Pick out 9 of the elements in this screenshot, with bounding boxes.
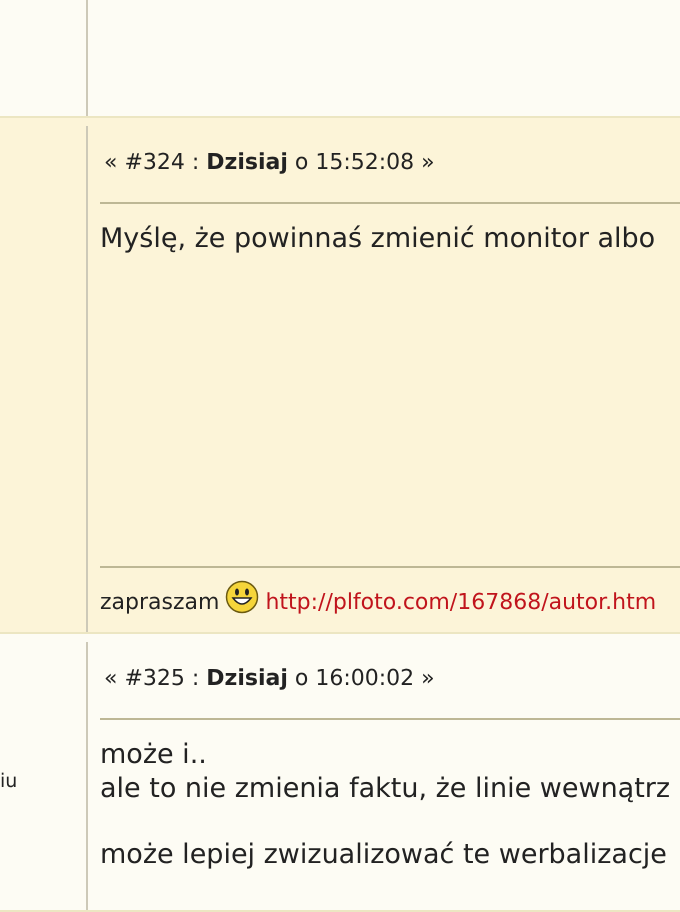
post-text: może i.. bbox=[100, 738, 208, 772]
post-header: « #325 : Dzisiaj o 16:00:02 » bbox=[100, 642, 680, 720]
signature-text: zapraszam bbox=[100, 590, 220, 614]
signature-link[interactable]: http://plfoto.com/167868/autor.htm bbox=[265, 590, 656, 614]
post-text: może lepiej zwizualizować te werbalizacje bbox=[100, 838, 668, 872]
post-text: ale to nie zmienia faktu, że linie wewnątrz bbox=[100, 772, 672, 806]
post-text: Myślę, że powinnaś zmienić monitor albo bbox=[100, 222, 656, 256]
post-header: « #324 : Dzisiaj o 15:52:08 » bbox=[100, 126, 680, 204]
author-text: iu bbox=[0, 770, 18, 792]
